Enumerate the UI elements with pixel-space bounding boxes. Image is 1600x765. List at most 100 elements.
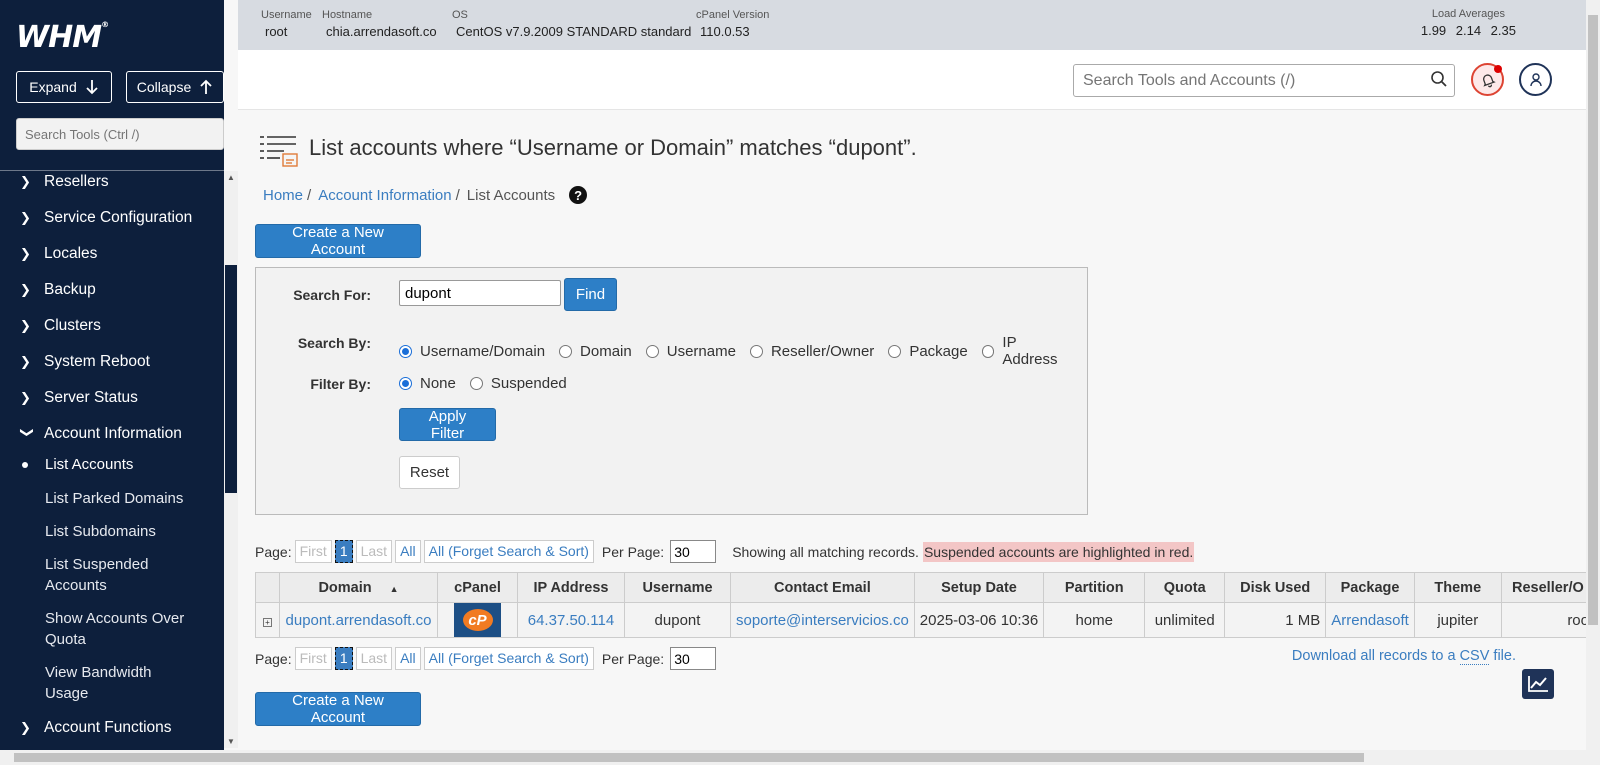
sidebar-item-account-information[interactable]: ❯ Account Information xyxy=(0,416,224,452)
radio-selected[interactable] xyxy=(399,344,412,358)
suspended-note: Suspended accounts are highlighted in re… xyxy=(922,541,1195,562)
col-package[interactable]: Package xyxy=(1325,572,1415,603)
page-all-forget[interactable]: All (Forget Search & Sort) xyxy=(423,540,594,563)
download-csv-link[interactable]: Download all records to a CSV file. xyxy=(1291,648,1516,665)
col-domain[interactable]: Domain ▲ xyxy=(279,572,438,603)
scroll-down-icon[interactable]: ▼ xyxy=(227,737,235,746)
col-reseller-owner[interactable]: Reseller/O xyxy=(1500,572,1596,603)
col-setup-date[interactable]: Setup Date xyxy=(913,572,1045,603)
search-by-reseller-owner[interactable]: Reseller/Owner xyxy=(749,343,874,360)
package-link[interactable]: Arrendasoft xyxy=(1331,612,1409,629)
col-partition[interactable]: Partition xyxy=(1043,572,1146,603)
sidebar-item-label: Server Status xyxy=(44,389,138,406)
radio[interactable] xyxy=(888,344,902,358)
sidebar-item-account-functions[interactable]: ❯ Account Functions xyxy=(0,710,224,746)
search-by-domain[interactable]: Domain xyxy=(559,343,632,360)
page-all[interactable]: All xyxy=(395,540,421,563)
sidebar-item-server-status[interactable]: ❯ Server Status xyxy=(0,380,224,416)
search-by-package[interactable]: Package xyxy=(888,343,968,360)
search-by-username[interactable]: Username xyxy=(645,342,736,360)
page-current[interactable]: 1 xyxy=(334,647,353,670)
sidebar-subitem-list-accounts[interactable]: List Accounts xyxy=(0,452,224,482)
create-new-account-button[interactable]: Create a New Account xyxy=(255,224,421,258)
page-current[interactable]: 1 xyxy=(334,540,353,563)
expand-row-icon[interactable]: + xyxy=(263,617,272,627)
stats-graph-button[interactable] xyxy=(1522,669,1554,699)
sidebar-item-label: Account Information xyxy=(44,425,182,442)
col-theme[interactable]: Theme xyxy=(1413,572,1502,603)
page-vertical-scroll-thumb[interactable] xyxy=(1588,15,1598,625)
filter-by-none[interactable]: None xyxy=(399,375,456,392)
radio-selected[interactable] xyxy=(399,377,412,390)
sidebar-subitem-list-subdomains[interactable]: List Subdomains xyxy=(0,515,224,548)
radio[interactable] xyxy=(645,344,659,358)
sidebar-scroll-thumb[interactable] xyxy=(225,265,237,493)
sidebar-subitem-accounts-over-quota[interactable]: Show Accounts Over Quota xyxy=(0,602,200,656)
search-for-input[interactable] xyxy=(399,280,561,306)
sidebar-item-service-configuration[interactable]: ❯ Service Configuration xyxy=(0,200,224,236)
cpanel-cell: cP xyxy=(437,602,518,638)
sidebar-item-backup[interactable]: ❯ Backup xyxy=(0,272,224,308)
expand-button[interactable]: Expand xyxy=(16,71,112,103)
search-icon[interactable] xyxy=(1430,70,1448,88)
scroll-up-icon[interactable]: ▲ xyxy=(227,173,235,182)
search-tools-accounts-input[interactable] xyxy=(1073,64,1455,97)
filter-by-suspended[interactable]: Suspended xyxy=(469,375,567,392)
radio[interactable] xyxy=(749,344,763,358)
breadcrumb-current: List Accounts xyxy=(466,186,556,204)
create-new-account-button-bottom[interactable]: Create a New Account xyxy=(255,692,421,726)
radio-label: Suspended xyxy=(490,375,567,392)
find-button[interactable]: Find xyxy=(564,278,617,311)
notifications-button[interactable] xyxy=(1471,63,1504,96)
sidebar-item-resellers[interactable]: ❯ Resellers xyxy=(0,164,224,200)
sidebar-subitem-list-parked-domains[interactable]: List Parked Domains xyxy=(0,482,224,515)
per-page-input[interactable] xyxy=(670,647,717,670)
radio-label: None xyxy=(420,375,456,392)
sidebar-item-locales[interactable]: ❯ Locales xyxy=(0,236,224,272)
page-horizontal-scrollbar[interactable] xyxy=(0,750,1600,765)
search-by-ip-address[interactable]: IP Address xyxy=(981,334,1073,368)
col-username[interactable]: Username xyxy=(624,572,731,603)
expand-row-cell[interactable]: + xyxy=(255,602,280,638)
radio[interactable] xyxy=(559,344,573,358)
sidebar-subitem-view-bandwidth[interactable]: View Bandwidth Usage xyxy=(0,656,180,710)
apply-filter-button[interactable]: Apply Filter xyxy=(399,408,496,442)
page-horizontal-scroll-thumb[interactable] xyxy=(14,753,1364,762)
sidebar-scrollbar[interactable]: ▲ ▼ xyxy=(224,171,238,748)
col-quota[interactable]: Quota xyxy=(1144,572,1226,603)
radio[interactable] xyxy=(469,377,483,390)
radio-label: Username xyxy=(666,342,736,360)
col-contact-email[interactable]: Contact Email xyxy=(730,572,915,603)
page-all[interactable]: All xyxy=(395,647,421,670)
whm-logo[interactable]: WHM® xyxy=(16,20,109,55)
radio[interactable] xyxy=(981,344,995,358)
sidebar-subitem-list-suspended-accounts[interactable]: List Suspended Accounts xyxy=(0,548,200,602)
email-link[interactable]: soporte@interservicios.co xyxy=(736,612,909,629)
reseller-cell: roo xyxy=(1500,602,1596,638)
theme-cell: jupiter xyxy=(1413,602,1502,638)
sidebar-item-label: Locales xyxy=(44,245,98,262)
sidebar-search-input[interactable] xyxy=(16,118,224,150)
page-all-forget[interactable]: All (Forget Search & Sort) xyxy=(423,647,594,670)
col-ip-address[interactable]: IP Address xyxy=(517,572,625,603)
breadcrumb-home[interactable]: Home xyxy=(263,187,303,204)
domain-link[interactable]: dupont.arrendasoft.co xyxy=(286,612,432,629)
help-icon[interactable]: ? xyxy=(569,186,588,204)
search-by-username-domain[interactable]: Username/Domain xyxy=(399,343,545,360)
col-cpanel[interactable]: cPanel xyxy=(437,572,518,603)
per-page-input[interactable] xyxy=(670,540,717,563)
radio-label: Domain xyxy=(580,342,632,360)
sidebar-item-clusters[interactable]: ❯ Clusters xyxy=(0,308,224,344)
download-prefix: Download all records to a xyxy=(1291,648,1460,664)
user-menu-button[interactable] xyxy=(1519,63,1552,96)
col-disk-used[interactable]: Disk Used xyxy=(1224,572,1327,603)
reset-button[interactable]: Reset xyxy=(399,456,460,489)
email-cell: soporte@interservicios.co xyxy=(730,602,915,638)
sidebar-item-system-reboot[interactable]: ❯ System Reboot xyxy=(0,344,224,380)
hostname-info: Hostname chia.arrendasoft.co xyxy=(322,9,437,39)
page-vertical-scrollbar[interactable] xyxy=(1586,0,1600,750)
cpanel-login-icon[interactable]: cP xyxy=(454,603,501,637)
collapse-button[interactable]: Collapse xyxy=(126,71,224,103)
breadcrumb-account-information[interactable]: Account Information xyxy=(318,187,451,204)
ip-link[interactable]: 64.37.50.114 xyxy=(528,612,614,629)
